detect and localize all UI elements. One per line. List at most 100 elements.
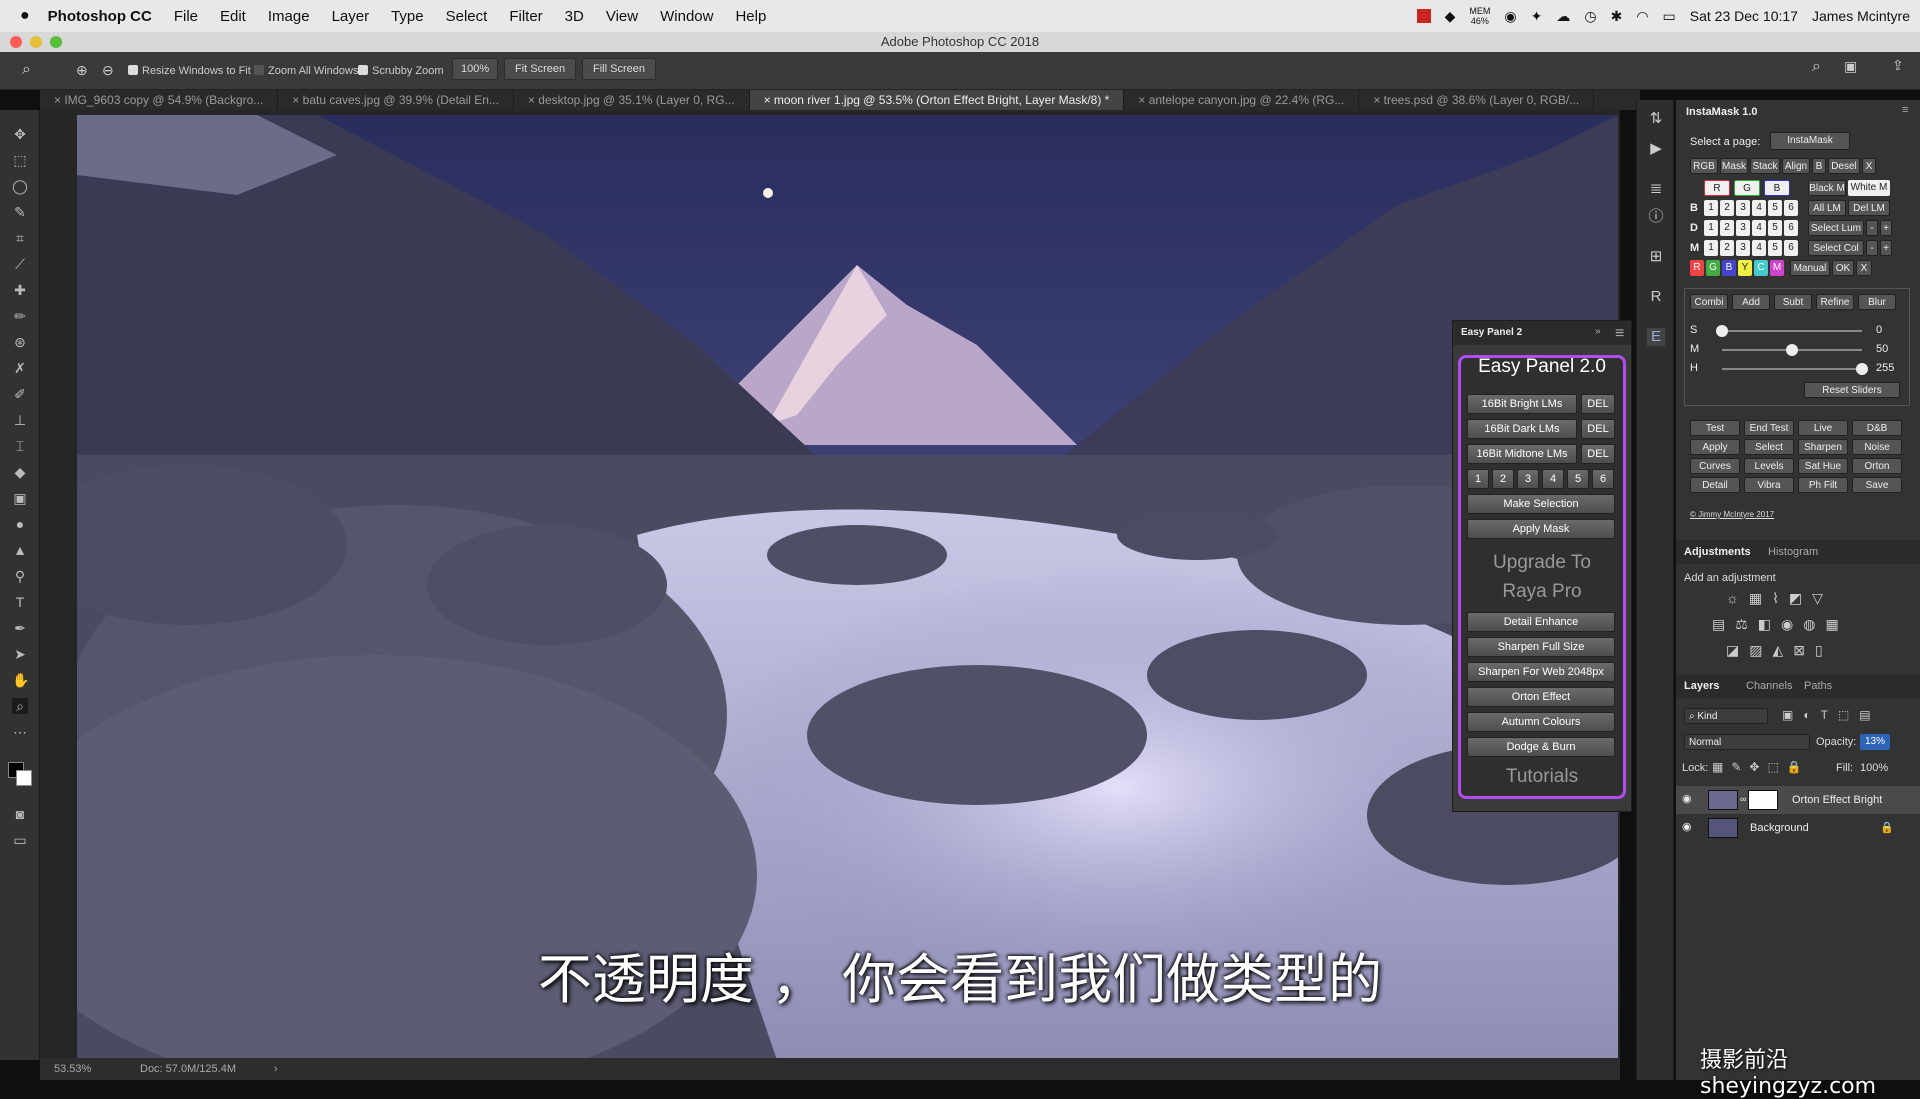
layer-name[interactable]: Background <box>1750 822 1809 834</box>
menu-help[interactable]: Help <box>735 8 766 25</box>
shape-tool-icon[interactable]: ⚲ <box>12 568 28 584</box>
photo-filter-icon[interactable]: ◉ <box>1781 616 1803 632</box>
fit-screen-button[interactable]: Fit Screen <box>504 58 577 80</box>
im-apply-button[interactable]: Apply <box>1690 439 1740 455</box>
im-b-5[interactable]: 5 <box>1768 200 1782 216</box>
slider-h-knob[interactable] <box>1856 363 1868 375</box>
orton-effect-button[interactable]: Orton Effect <box>1467 687 1615 707</box>
filter-pixel-icon[interactable]: ▣ <box>1782 708 1803 722</box>
zoom-window-button[interactable] <box>50 36 62 48</box>
lock-artboard-icon[interactable]: ⬚ <box>1767 760 1786 774</box>
glyphs-icon[interactable]: ⊞ <box>1647 248 1665 266</box>
im-col-plus-button[interactable]: + <box>1880 240 1892 256</box>
color-balance-icon[interactable]: ⚖ <box>1735 616 1758 632</box>
im-stack-button[interactable]: Stack <box>1750 158 1780 174</box>
menu-filter[interactable]: Filter <box>509 8 542 25</box>
im-select-button[interactable]: Select <box>1744 439 1794 455</box>
ep-num-6-button[interactable]: 6 <box>1592 469 1614 489</box>
info-icon[interactable]: ⓘ <box>1647 208 1665 226</box>
im-select-lum-button[interactable]: Select Lum <box>1808 220 1864 236</box>
panel-menu-icon[interactable]: ≡ <box>1902 104 1908 116</box>
im-d-6[interactable]: 6 <box>1784 220 1798 236</box>
easy-panel-icon[interactable]: E <box>1647 328 1665 346</box>
blur-tool-icon[interactable]: ⌶ <box>12 438 28 454</box>
im-end-test-button[interactable]: End Test <box>1744 420 1794 436</box>
close-window-button[interactable] <box>10 36 22 48</box>
lock-position-icon[interactable]: ✥ <box>1749 760 1767 774</box>
posterize-icon[interactable]: ▨ <box>1749 642 1772 658</box>
properties-icon[interactable]: ≣ <box>1647 180 1665 198</box>
zoom-100-button[interactable]: 100% <box>452 58 499 80</box>
resize-windows-checkbox[interactable]: Resize Windows to Fit <box>128 65 251 77</box>
color-lookup-icon[interactable]: ▦ <box>1825 616 1848 632</box>
im-live-button[interactable]: Live <box>1798 420 1848 436</box>
healing-brush-icon[interactable]: ✚ <box>12 282 28 298</box>
select-page-dropdown[interactable]: InstaMask <box>1770 132 1850 150</box>
layer-name[interactable]: Orton Effect Bright <box>1792 794 1882 806</box>
im-db-button[interactable]: D&B <box>1852 420 1902 436</box>
red-app-icon[interactable] <box>1416 9 1431 23</box>
im-m-5[interactable]: 5 <box>1768 240 1782 256</box>
skype-icon[interactable]: ◉ <box>1504 8 1516 25</box>
layer-mask-thumbnail[interactable] <box>1748 790 1778 810</box>
im-color-r[interactable]: R <box>1690 260 1704 276</box>
menu-file[interactable]: File <box>174 8 198 25</box>
move-tool-icon[interactable]: ✥ <box>12 126 28 142</box>
tab-channels[interactable]: Channels <box>1746 680 1792 692</box>
scrubby-zoom-checkbox[interactable]: Scrubby Zoom <box>358 65 444 77</box>
visibility-eye-icon[interactable]: ◉ <box>1682 792 1692 805</box>
brightness-icon[interactable]: ☼ <box>1726 590 1749 606</box>
slider-s-track[interactable] <box>1722 330 1862 332</box>
im-refine-button[interactable]: Refine <box>1816 294 1854 310</box>
layer-row-background[interactable]: ◉ Background 🔒 <box>1676 814 1920 842</box>
filter-smart-icon[interactable]: ▤ <box>1859 708 1880 722</box>
marquee-tool-icon[interactable]: ⬚ <box>12 152 28 168</box>
app-menu[interactable]: Photoshop CC <box>48 8 152 25</box>
16bit-bright-lms-button[interactable]: 16Bit Bright LMs <box>1467 394 1577 414</box>
menu-image[interactable]: Image <box>268 8 310 25</box>
gradient-tool-icon[interactable]: ⊥ <box>12 412 28 428</box>
im-g-channel-button[interactable]: G <box>1734 180 1760 196</box>
im-del-lm-button[interactable]: Del LM <box>1848 200 1890 216</box>
tab-adjustments[interactable]: Adjustments <box>1684 546 1751 558</box>
im-sat-hue-button[interactable]: Sat Hue <box>1798 458 1848 474</box>
im-manual-button[interactable]: Manual <box>1790 260 1830 276</box>
im-ok-button[interactable]: OK <box>1832 260 1854 276</box>
time-machine-icon[interactable]: ◷ <box>1584 8 1596 25</box>
curves-icon[interactable]: ⌇ <box>1772 590 1789 606</box>
detail-enhance-button[interactable]: Detail Enhance <box>1467 612 1615 632</box>
zoom-in-icon[interactable]: ⊕ <box>76 62 88 79</box>
im-col-minus-button[interactable]: - <box>1866 240 1878 256</box>
vibrance-icon[interactable]: ▽ <box>1812 590 1833 606</box>
panel-menu-icon[interactable]: ≡ <box>1615 325 1624 343</box>
dropbox-icon[interactable]: ◆ <box>1445 8 1456 25</box>
im-m-3[interactable]: 3 <box>1736 240 1750 256</box>
im-d-3[interactable]: 3 <box>1736 220 1750 236</box>
ep-num-1-button[interactable]: 1 <box>1467 469 1489 489</box>
tab-desktop[interactable]: × desktop.jpg @ 35.1% (Layer 0, RG... <box>514 90 750 110</box>
workspace-icon[interactable]: ▣ <box>1844 58 1857 75</box>
lock-pixels-icon[interactable]: ✎ <box>1731 760 1749 774</box>
tab-layers[interactable]: Layers <box>1684 680 1719 692</box>
zoom-all-windows-checkbox[interactable]: Zoom All Windows <box>254 65 358 77</box>
slider-m-knob[interactable] <box>1786 344 1798 356</box>
exposure-icon[interactable]: ◩ <box>1789 590 1812 606</box>
lasso-tool-icon[interactable]: ◯ <box>12 178 28 194</box>
upgrade-raya-pro-link[interactable]: Upgrade To Raya Pro <box>1461 548 1623 606</box>
layer-row-orton[interactable]: ◉ ∞ Orton Effect Bright <box>1676 786 1920 814</box>
screen-mode-icon[interactable]: ▭ <box>12 832 28 848</box>
im-cancel-x-button[interactable]: X <box>1856 260 1872 276</box>
16bit-midtone-lms-button[interactable]: 16Bit Midtone LMs <box>1467 444 1577 464</box>
app-icon[interactable]: ✦ <box>1531 8 1543 25</box>
im-color-c[interactable]: C <box>1754 260 1768 276</box>
selective-color-icon[interactable]: ⊠ <box>1793 642 1815 658</box>
visibility-eye-icon[interactable]: ◉ <box>1682 820 1692 833</box>
im-x-button[interactable]: X <box>1862 158 1876 174</box>
im-b-6[interactable]: 6 <box>1784 200 1798 216</box>
del-bright-button[interactable]: DEL <box>1581 394 1615 414</box>
im-ph-filt-button[interactable]: Ph Filt <box>1798 477 1848 493</box>
menu-edit[interactable]: Edit <box>220 8 246 25</box>
menu-window[interactable]: Window <box>660 8 713 25</box>
cloud-icon[interactable]: ☁ <box>1556 8 1570 25</box>
user-name[interactable]: James Mcintyre <box>1812 8 1910 24</box>
